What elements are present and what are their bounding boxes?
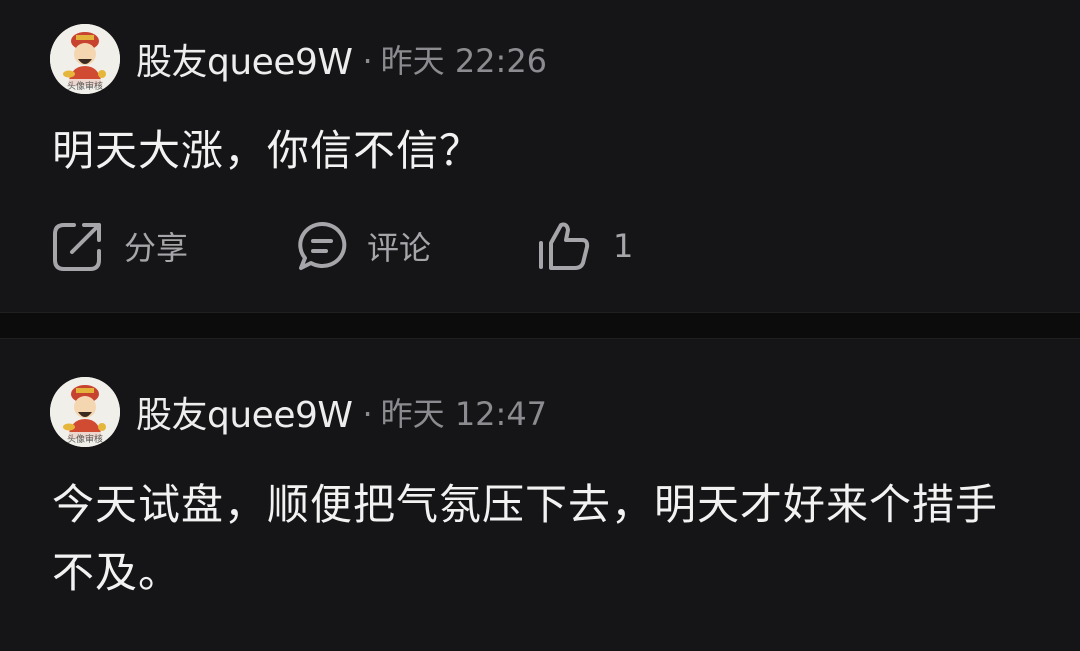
share-label: 分享 bbox=[124, 229, 189, 267]
like-button[interactable]: 1 bbox=[535, 219, 633, 273]
username[interactable]: 股友quee9W bbox=[136, 386, 353, 438]
comment-icon bbox=[298, 221, 347, 270]
comment-header: 头像审核 股友quee9W · 昨天 12:47 bbox=[50, 377, 547, 447]
comment-meta: · 昨天 12:47 bbox=[362, 389, 547, 435]
timestamp: 昨天 12:47 bbox=[380, 395, 548, 433]
avatar-review-text: 头像审核 bbox=[67, 80, 103, 92]
action-bar: 分享 评论 1 bbox=[50, 216, 633, 276]
comment-card: 头像审核 股友quee9W · 昨天 12:47 今天试盘，顺便把气氛压下去，明天… bbox=[0, 339, 1080, 651]
comment-label: 评论 bbox=[367, 229, 432, 267]
comment-feed: 头像审核 股友quee9W · 昨天 22:26 明天大涨，你信不信？ 分享 评… bbox=[0, 0, 1080, 651]
comment-text: 明天大涨，你信不信？ bbox=[52, 126, 483, 175]
avatar[interactable]: 头像审核 bbox=[50, 24, 120, 94]
like-count: 1 bbox=[613, 227, 634, 265]
comment-meta: · 昨天 22:26 bbox=[362, 36, 547, 82]
comment-header: 头像审核 股友quee9W · 昨天 22:26 bbox=[50, 24, 547, 94]
meta-separator: · bbox=[362, 395, 373, 433]
avatar-image: 头像审核 bbox=[50, 377, 120, 447]
avatar-image: 头像审核 bbox=[50, 24, 120, 94]
meta-separator: · bbox=[362, 42, 373, 80]
comment-text: 今天试盘，顺便把气氛压下去，明天才好来个措手不及。 bbox=[52, 480, 999, 597]
timestamp: 昨天 22:26 bbox=[380, 42, 548, 80]
avatar-review-text: 头像审核 bbox=[67, 433, 103, 445]
comment-button[interactable]: 评论 bbox=[295, 219, 535, 273]
thumbs-up-icon bbox=[539, 222, 590, 270]
username[interactable]: 股友quee9W bbox=[136, 33, 353, 85]
share-icon bbox=[53, 223, 101, 271]
share-button[interactable]: 分享 bbox=[50, 218, 295, 274]
section-divider bbox=[0, 312, 1080, 339]
comment-card: 头像审核 股友quee9W · 昨天 22:26 明天大涨，你信不信？ 分享 评… bbox=[0, 0, 1080, 312]
avatar[interactable]: 头像审核 bbox=[50, 377, 120, 447]
